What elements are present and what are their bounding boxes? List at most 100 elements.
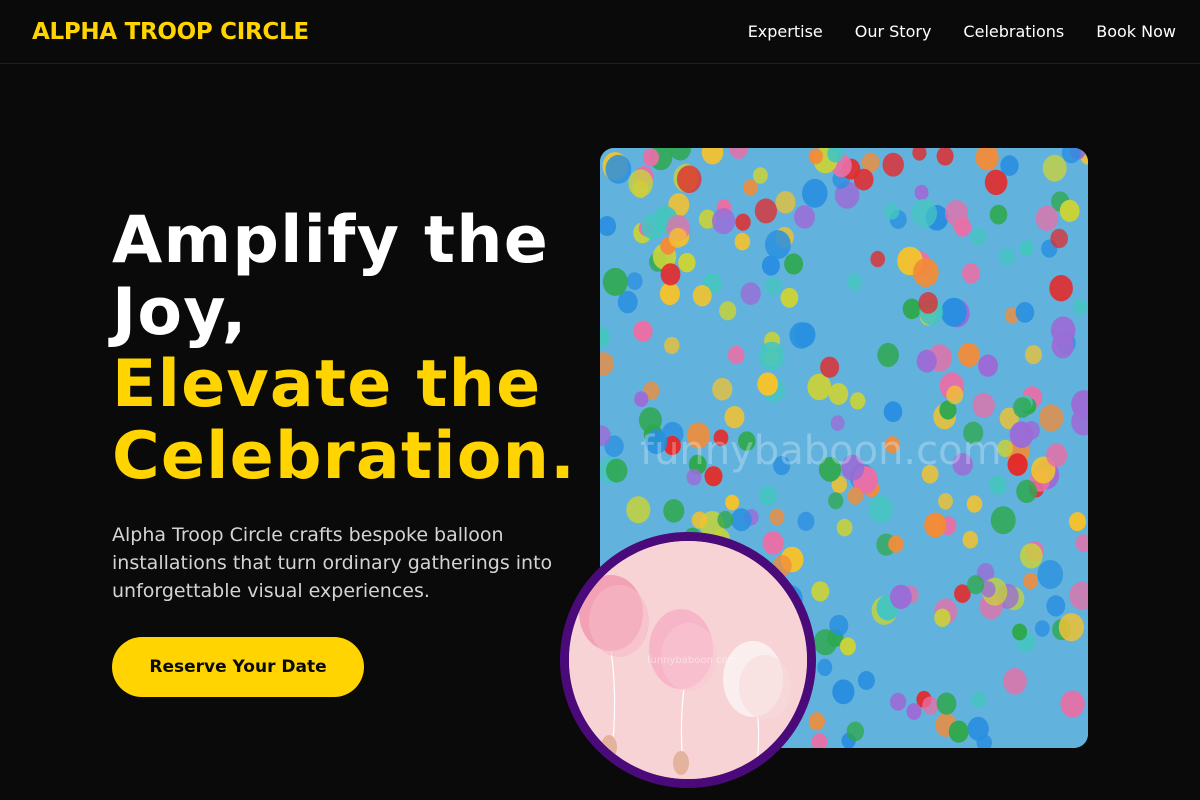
balloon-shape [765, 230, 791, 260]
balloon-shape [757, 372, 779, 396]
balloon-shape [1046, 595, 1066, 617]
balloon-shape [676, 165, 702, 193]
balloon-shape [888, 535, 904, 553]
balloon-shape [883, 401, 903, 423]
nav-item-our-story[interactable]: Our Story [855, 22, 932, 41]
balloon-shape [832, 679, 855, 705]
balloon-shape [1009, 421, 1034, 449]
balloon-shape [606, 458, 628, 483]
balloon-shape [793, 322, 816, 347]
balloon-shape [820, 356, 840, 378]
balloon-shape [633, 320, 653, 342]
nav-item-celebrations[interactable]: Celebrations [963, 22, 1064, 41]
headline-line-1: Amplify the [112, 203, 550, 278]
balloon-shape [1046, 443, 1068, 468]
balloon-shape [724, 406, 745, 429]
balloon-shape [918, 292, 938, 314]
balloon-shape [602, 267, 628, 296]
balloon-shape [877, 342, 899, 368]
balloon-shape [999, 247, 1015, 266]
balloon-shape [912, 258, 939, 287]
balloon-shape [1007, 453, 1028, 476]
image-watermark: funnybaboon.com [640, 428, 1002, 474]
balloon-shape [962, 530, 979, 549]
balloon-shape [990, 506, 1016, 535]
balloon-shape [988, 475, 1007, 495]
balloon-shape [906, 703, 922, 720]
balloon-shape [958, 342, 980, 367]
balloon-shape [1069, 512, 1086, 532]
hero-headline: Amplify the Joy, Elevate the Celebration… [112, 205, 632, 493]
nav-item-book-now[interactable]: Book Now [1096, 22, 1176, 41]
balloon-shape [727, 345, 745, 365]
balloon-shape [946, 385, 964, 405]
balloon-shape [847, 487, 863, 505]
balloon-shape [764, 276, 783, 296]
balloon-shape [641, 214, 664, 240]
balloon-shape [660, 263, 681, 286]
balloon-shape [664, 336, 680, 355]
balloon-shape [967, 716, 989, 741]
balloon-shape [1023, 572, 1038, 590]
balloon-shape [1016, 479, 1037, 503]
balloon-shape [634, 391, 649, 407]
balloon-shape [989, 204, 1008, 225]
balloon-shape [663, 499, 685, 523]
balloon-shape [743, 179, 758, 196]
balloon-shape [1015, 302, 1035, 323]
reserve-date-button[interactable]: Reserve Your Date [112, 637, 364, 697]
balloon-shape [857, 671, 875, 690]
balloon-shape [626, 496, 651, 524]
balloon-shape [828, 383, 849, 405]
balloon-shape [712, 208, 736, 235]
balloon-shape [922, 696, 939, 715]
balloon-shape [934, 608, 951, 627]
balloon-shape [961, 263, 981, 284]
balloon-shape [1060, 690, 1085, 718]
balloon-shape [817, 658, 833, 676]
balloon-shape [890, 692, 907, 711]
balloon-shape [914, 184, 929, 201]
balloon-shape [846, 721, 864, 742]
balloon-shape [807, 373, 832, 401]
balloon-shape [769, 508, 785, 526]
balloon-shape [808, 712, 825, 731]
headline-line-3: Elevate the [112, 347, 542, 422]
balloon-shape [916, 349, 937, 373]
brand-logo[interactable]: ALPHA TROOP CIRCLE [32, 19, 309, 45]
balloon-shape [775, 191, 796, 214]
balloon-shape [911, 198, 937, 228]
balloon-shape [1039, 404, 1064, 432]
balloon-shape [1000, 155, 1019, 176]
balloon-shape [924, 512, 947, 538]
balloon-shape [1020, 543, 1043, 569]
balloon-shape [870, 250, 885, 268]
hero-section: Amplify the Joy, Elevate the Celebration… [112, 205, 632, 697]
balloon-shape [978, 354, 998, 377]
balloon-shape [1035, 205, 1059, 231]
balloon-shape [668, 227, 687, 248]
nav-item-expertise[interactable]: Expertise [748, 22, 823, 41]
balloon-shape [1019, 240, 1034, 257]
balloon-shape [740, 282, 761, 305]
balloon-shape [626, 272, 643, 290]
balloon-shape [734, 232, 751, 251]
balloon-shape [813, 629, 838, 656]
balloon-shape [839, 637, 856, 656]
balloon-shape [868, 495, 893, 523]
inset-watermark: funnybaboon.com [647, 655, 738, 666]
balloon-shape [1037, 560, 1064, 589]
balloon-shape [846, 273, 863, 291]
balloon-shape [717, 510, 734, 529]
balloon-shape [802, 178, 828, 208]
pink-balloons-image: funnybaboon.com [560, 532, 816, 788]
balloon-shape [972, 392, 995, 418]
balloon-shape [1003, 668, 1027, 695]
balloon-shape [735, 213, 751, 231]
balloon-shape [780, 287, 799, 308]
balloon-shape [966, 495, 983, 513]
balloon-shape [850, 392, 866, 410]
balloon-shape [725, 494, 740, 511]
balloon-shape [659, 282, 680, 306]
balloon-shape [643, 148, 659, 167]
